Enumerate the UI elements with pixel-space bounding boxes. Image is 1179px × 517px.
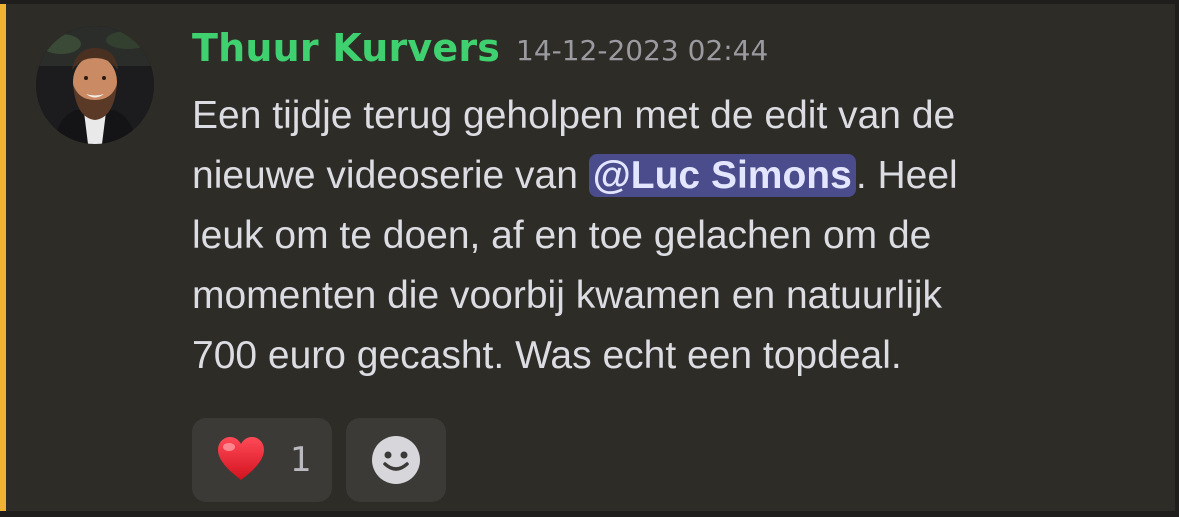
message-line: 700 euro gecasht. Was echt een topdeal.: [192, 334, 902, 377]
message-line: leuk om te doen, af en toe gelachen om d…: [192, 214, 932, 257]
author-name[interactable]: Thuur Kurvers: [192, 26, 500, 70]
reaction-count: 1: [290, 440, 312, 480]
message-body: Een tijdje terug geholpen met de edit va…: [192, 86, 1132, 386]
avatar[interactable]: [36, 26, 154, 144]
reaction-heart[interactable]: 1: [192, 418, 332, 502]
add-reaction-button[interactable]: [346, 418, 446, 502]
message-text: nieuwe videoserie van: [192, 154, 589, 197]
heart-icon: [218, 437, 264, 480]
message-line: Een tijdje terug geholpen met de edit va…: [192, 94, 956, 137]
message-timestamp: 14-12-2023 02:44: [516, 34, 769, 67]
message-line: momenten die voorbij kwamen en natuurlij…: [192, 274, 943, 317]
message-container: Thuur Kurvers 14-12-2023 02:44 Een tijdj…: [0, 0, 1179, 517]
highlight-accent-bar: [0, 4, 6, 511]
avatar-image: [36, 26, 154, 144]
message-text: . Heel: [855, 154, 958, 197]
message-line: nieuwe videoserie van @Luc Simons. Heel: [192, 146, 1132, 206]
smiley-add-reaction-icon: [372, 436, 420, 484]
frame-edge: [1175, 4, 1179, 511]
user-mention[interactable]: @Luc Simons: [588, 154, 856, 197]
